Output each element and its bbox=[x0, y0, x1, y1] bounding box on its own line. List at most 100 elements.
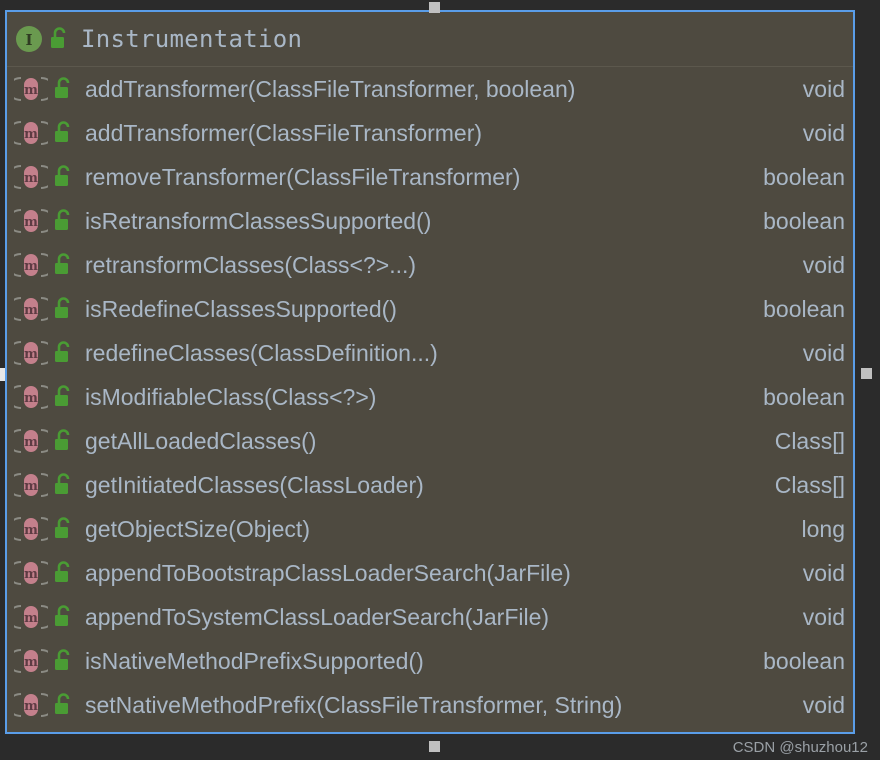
member-row[interactable]: m redefineClasses(ClassDefinition...) vo… bbox=[7, 331, 853, 375]
member-signature: removeTransformer(ClassFileTransformer) bbox=[85, 163, 521, 190]
member-signature: appendToSystemClassLoaderSearch(JarFile) bbox=[85, 603, 550, 630]
method-icon: m bbox=[7, 514, 55, 544]
unlocked-padlock-icon bbox=[52, 428, 74, 454]
resize-handle-left[interactable] bbox=[0, 368, 5, 381]
member-return-type: void bbox=[802, 339, 845, 366]
member-row[interactable]: m getInitiatedClasses(ClassLoader) Class… bbox=[7, 463, 853, 507]
structure-header-row[interactable]: I Instrumentation bbox=[7, 12, 853, 67]
file-structure-popup: I Instrumentation m addTransformer(Class… bbox=[5, 10, 855, 734]
svg-text:m: m bbox=[24, 523, 38, 538]
member-signature: isRetransformClassesSupported() bbox=[85, 207, 432, 234]
member-signature: appendToBootstrapClassLoaderSearch(JarFi… bbox=[85, 559, 571, 586]
method-icon: m bbox=[7, 470, 55, 500]
svg-text:m: m bbox=[24, 479, 38, 494]
unlocked-padlock-icon bbox=[52, 516, 74, 542]
member-row[interactable]: m addTransformer(ClassFileTransformer, b… bbox=[7, 67, 853, 111]
member-signature: addTransformer(ClassFileTransformer, boo… bbox=[85, 75, 576, 102]
svg-text:m: m bbox=[24, 567, 38, 582]
member-return-type: long bbox=[801, 515, 845, 542]
member-signature: isModifiableClass(Class<?>) bbox=[85, 383, 377, 410]
member-row[interactable]: m getObjectSize(Object) long bbox=[7, 507, 853, 551]
resize-handle-top[interactable] bbox=[429, 2, 440, 13]
svg-text:m: m bbox=[24, 83, 38, 98]
svg-text:m: m bbox=[24, 171, 38, 186]
unlocked-padlock-icon bbox=[52, 120, 74, 146]
watermark-text: CSDN @shuzhou12 bbox=[732, 739, 868, 756]
svg-text:m: m bbox=[24, 655, 38, 670]
member-row[interactable]: m getAllLoadedClasses() Class[] bbox=[7, 419, 853, 463]
method-icon: m bbox=[7, 250, 55, 280]
member-row[interactable]: m setNativeMethodPrefix(ClassFileTransfo… bbox=[7, 683, 853, 727]
member-row[interactable]: m isNativeMethodPrefixSupported() boolea… bbox=[7, 639, 853, 683]
method-icon: m bbox=[7, 602, 55, 632]
member-return-type: void bbox=[802, 691, 845, 718]
method-icon: m bbox=[7, 382, 55, 412]
screenshot-root: I Instrumentation m addTransformer(Class… bbox=[0, 0, 880, 760]
svg-text:m: m bbox=[24, 303, 38, 318]
svg-text:I: I bbox=[25, 31, 32, 49]
member-return-type: boolean bbox=[763, 647, 845, 674]
member-signature: retransformClasses(Class<?>...) bbox=[85, 251, 417, 278]
method-icon: m bbox=[7, 74, 55, 104]
svg-text:m: m bbox=[24, 699, 38, 714]
page-title: Instrumentation bbox=[81, 25, 303, 53]
member-return-type: boolean bbox=[763, 207, 845, 234]
unlocked-padlock-icon bbox=[52, 560, 74, 586]
member-row[interactable]: m retransformClasses(Class<?>...) void bbox=[7, 243, 853, 287]
member-return-type: boolean bbox=[763, 295, 845, 322]
method-icon: m bbox=[7, 118, 55, 148]
unlocked-padlock-icon bbox=[52, 296, 74, 322]
member-return-type: void bbox=[802, 251, 845, 278]
unlocked-padlock-icon bbox=[52, 648, 74, 674]
member-row[interactable]: m appendToBootstrapClassLoaderSearch(Jar… bbox=[7, 551, 853, 595]
svg-text:m: m bbox=[24, 347, 38, 362]
interface-icon: I bbox=[14, 24, 44, 54]
svg-text:m: m bbox=[24, 611, 38, 626]
unlocked-padlock-icon bbox=[52, 604, 74, 630]
svg-text:m: m bbox=[24, 215, 38, 230]
unlocked-padlock-icon bbox=[52, 692, 74, 718]
member-row[interactable]: m isRedefineClassesSupported() boolean bbox=[7, 287, 853, 331]
unlocked-padlock-icon bbox=[52, 208, 74, 234]
member-signature: isNativeMethodPrefixSupported() bbox=[85, 647, 424, 674]
member-signature: addTransformer(ClassFileTransformer) bbox=[85, 119, 483, 146]
unlocked-padlock-icon bbox=[48, 26, 70, 52]
resize-handle-right[interactable] bbox=[861, 368, 872, 379]
member-return-type: boolean bbox=[763, 163, 845, 190]
member-return-type: boolean bbox=[763, 383, 845, 410]
unlocked-padlock-icon bbox=[52, 340, 74, 366]
member-signature: getAllLoadedClasses() bbox=[85, 427, 317, 454]
method-icon: m bbox=[7, 338, 55, 368]
member-signature: setNativeMethodPrefix(ClassFileTransform… bbox=[85, 691, 623, 718]
unlocked-padlock-icon bbox=[52, 252, 74, 278]
member-list: m addTransformer(ClassFileTransformer, b… bbox=[7, 67, 853, 727]
member-return-type: void bbox=[802, 603, 845, 630]
member-return-type: Class[] bbox=[774, 471, 845, 498]
member-row[interactable]: m addTransformer(ClassFileTransformer) v… bbox=[7, 111, 853, 155]
method-icon: m bbox=[7, 162, 55, 192]
method-icon: m bbox=[7, 646, 55, 676]
member-row[interactable]: m removeTransformer(ClassFileTransformer… bbox=[7, 155, 853, 199]
unlocked-padlock-icon bbox=[52, 164, 74, 190]
member-signature: isRedefineClassesSupported() bbox=[85, 295, 397, 322]
member-return-type: void bbox=[802, 559, 845, 586]
unlocked-padlock-icon bbox=[52, 76, 74, 102]
member-return-type: void bbox=[802, 75, 845, 102]
svg-text:m: m bbox=[24, 391, 38, 406]
unlocked-padlock-icon bbox=[52, 384, 74, 410]
member-row[interactable]: m appendToSystemClassLoaderSearch(JarFil… bbox=[7, 595, 853, 639]
svg-text:m: m bbox=[24, 259, 38, 274]
member-row[interactable]: m isModifiableClass(Class<?>) boolean bbox=[7, 375, 853, 419]
member-return-type: Class[] bbox=[774, 427, 845, 454]
member-return-type: void bbox=[802, 119, 845, 146]
member-signature: getInitiatedClasses(ClassLoader) bbox=[85, 471, 424, 498]
member-signature: getObjectSize(Object) bbox=[85, 515, 310, 542]
member-signature: redefineClasses(ClassDefinition...) bbox=[85, 339, 438, 366]
method-icon: m bbox=[7, 690, 55, 720]
svg-text:m: m bbox=[24, 127, 38, 142]
member-row[interactable]: m isRetransformClassesSupported() boolea… bbox=[7, 199, 853, 243]
method-icon: m bbox=[7, 426, 55, 456]
resize-handle-bottom[interactable] bbox=[429, 741, 440, 752]
method-icon: m bbox=[7, 558, 55, 588]
method-icon: m bbox=[7, 206, 55, 236]
